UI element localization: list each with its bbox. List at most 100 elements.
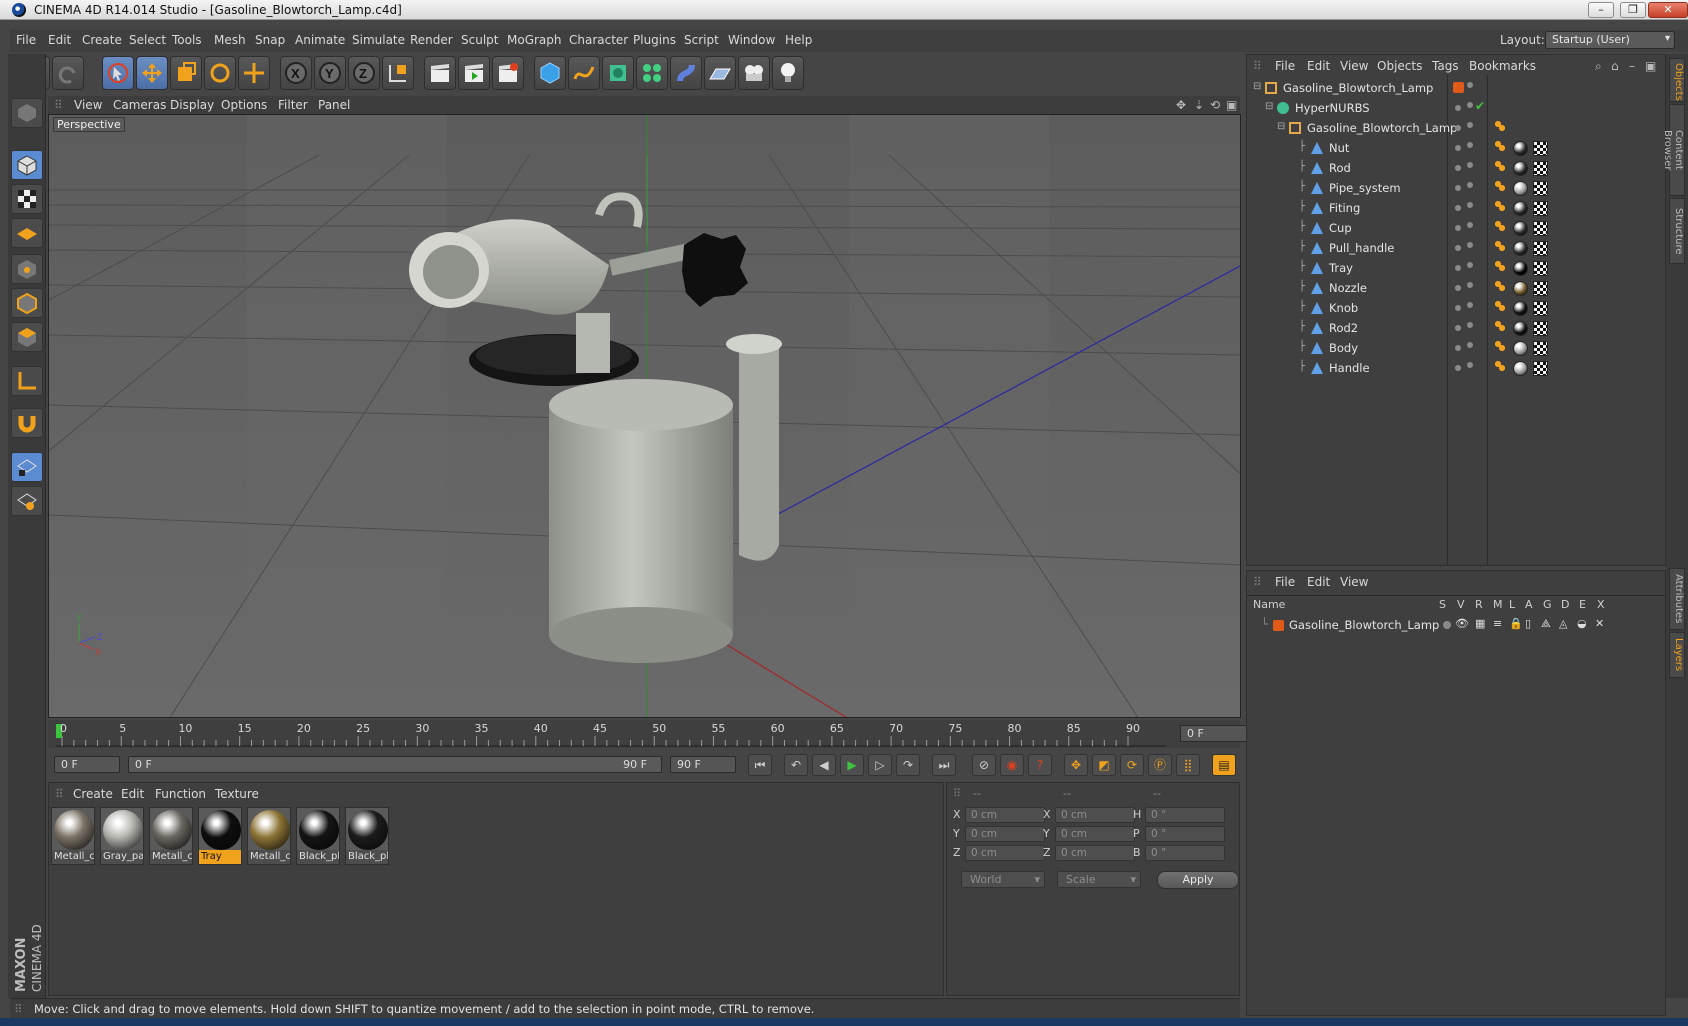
layer-column-header[interactable]: M: [1493, 598, 1503, 611]
menu-mesh[interactable]: Mesh: [214, 33, 246, 47]
object-tree-row[interactable]: ├ Pipe_system: [1249, 179, 1663, 198]
object-menu-objects[interactable]: Objects: [1377, 59, 1422, 73]
timeline-ruler[interactable]: 0 5 10 15 20 25 30 35 40 45 50 55 60 65 70 75 80 85 90 0 F: [48, 720, 1248, 748]
menu-script[interactable]: Script: [684, 33, 719, 47]
menu-select[interactable]: Select: [129, 33, 166, 47]
texture-tag-icon[interactable]: [1533, 241, 1548, 256]
layer-visible-icon[interactable]: 👁: [1455, 617, 1469, 630]
viewport-menu-view[interactable]: View: [74, 98, 102, 112]
y-axis-button[interactable]: Y: [314, 56, 346, 90]
texture-tag-icon[interactable]: [1533, 301, 1548, 316]
object-tree-row[interactable]: ├ Knob: [1249, 299, 1663, 318]
object-tree-row[interactable]: ├ Rod: [1249, 159, 1663, 178]
object-menu-view[interactable]: View: [1340, 59, 1368, 73]
deformer-button[interactable]: [670, 56, 702, 90]
editor-visibility-dot[interactable]: [1455, 265, 1461, 271]
object-name[interactable]: Nut: [1329, 141, 1349, 155]
render-visibility-dot[interactable]: [1467, 282, 1473, 288]
scale-tool-button[interactable]: [170, 56, 202, 90]
viewport-move-icon[interactable]: ✥: [1176, 98, 1186, 112]
editor-visibility-dot[interactable]: [1455, 305, 1461, 311]
coord-value-field[interactable]: 0 cm: [1055, 845, 1135, 861]
texture-tag-icon[interactable]: [1533, 261, 1548, 276]
object-menu-bookmarks[interactable]: Bookmarks: [1469, 59, 1536, 73]
phong-tag-icon[interactable]: [1495, 261, 1505, 271]
cube-object-button[interactable]: [534, 56, 566, 90]
object-name[interactable]: Handle: [1329, 361, 1370, 375]
material-tag-icon[interactable]: [1513, 321, 1528, 336]
editor-visibility-dot[interactable]: [1455, 345, 1461, 351]
previous-key-button[interactable]: ↶: [784, 754, 808, 776]
phong-tag-icon[interactable]: [1495, 301, 1505, 311]
coord-value-field[interactable]: 0 °: [1145, 845, 1225, 861]
material-menu-create[interactable]: Create: [73, 787, 113, 801]
start-frame-field[interactable]: 0 F: [54, 756, 120, 773]
render-visibility-dot[interactable]: [1467, 82, 1473, 88]
size-mode-select[interactable]: Scale ▾: [1057, 871, 1141, 888]
rotation-key-button[interactable]: ⟳: [1120, 754, 1144, 776]
menu-file[interactable]: File: [16, 33, 36, 47]
menu-simulate[interactable]: Simulate: [352, 33, 405, 47]
tab-content-browser[interactable]: Content Browser: [1662, 104, 1685, 196]
texture-tag-icon[interactable]: [1533, 281, 1548, 296]
make-editable-button[interactable]: [11, 98, 43, 128]
rotate-tool-button[interactable]: [204, 56, 236, 90]
object-tree-row[interactable]: ├ Tray: [1249, 259, 1663, 278]
model-mode-button[interactable]: [11, 150, 43, 180]
goto-end-button[interactable]: ⏭: [932, 754, 956, 776]
viewport-menu-panel[interactable]: Panel: [318, 98, 350, 112]
enabled-check-icon[interactable]: ✔: [1475, 99, 1485, 113]
material-tag-icon[interactable]: [1513, 261, 1528, 276]
texture-tag-icon[interactable]: [1533, 141, 1548, 156]
end-frame-field[interactable]: 90 F: [670, 756, 736, 773]
texture-tag-icon[interactable]: [1533, 221, 1548, 236]
layer-manager-icon[interactable]: ≡: [1493, 617, 1502, 630]
texture-tag-icon[interactable]: [1533, 341, 1548, 356]
texture-tag-icon[interactable]: [1533, 181, 1548, 196]
material-menu-texture[interactable]: Texture: [215, 787, 259, 801]
object-tree-row[interactable]: ├ Rod2: [1249, 319, 1663, 338]
object-name[interactable]: Gasoline_Blowtorch_Lamp: [1283, 81, 1433, 95]
texture-tag-icon[interactable]: [1533, 161, 1548, 176]
material-swatch[interactable]: Metall_c: [149, 807, 193, 865]
phong-tag-icon[interactable]: [1495, 221, 1505, 231]
texture-tag-icon[interactable]: [1533, 201, 1548, 216]
scale-key-button[interactable]: ◩: [1092, 754, 1116, 776]
render-visibility-dot[interactable]: [1467, 302, 1473, 308]
menu-mograph[interactable]: MoGraph: [507, 33, 562, 47]
next-frame-button[interactable]: ▷: [868, 754, 892, 776]
layout-select[interactable]: Startup (User): [1545, 31, 1675, 49]
object-name[interactable]: Gasoline_Blowtorch_Lamp: [1307, 121, 1457, 135]
position-key-button[interactable]: ✥: [1064, 754, 1088, 776]
layer-row[interactable]: └ Gasoline_Blowtorch_Lamp 👁 ▦ ≡ 🔒 ▯ ⟁ ◬ …: [1261, 617, 1661, 635]
tweak-mode-button[interactable]: [11, 408, 43, 438]
editor-visibility-dot[interactable]: [1455, 125, 1461, 131]
object-name[interactable]: Cup: [1329, 221, 1352, 235]
nurbs-button[interactable]: [602, 56, 634, 90]
editor-visibility-dot[interactable]: [1455, 205, 1461, 211]
editor-visibility-dot[interactable]: [1455, 325, 1461, 331]
editor-visibility-dot[interactable]: [1455, 225, 1461, 231]
collapse-icon[interactable]: ⊟: [1277, 121, 1285, 132]
layer-column-header[interactable]: E: [1579, 598, 1586, 611]
menu-edit[interactable]: Edit: [48, 33, 71, 47]
editor-visibility-dot[interactable]: [1455, 105, 1461, 111]
material-tag-icon[interactable]: [1513, 201, 1528, 216]
object-tree-row[interactable]: ├ Pull_handle: [1249, 239, 1663, 258]
collapse-icon[interactable]: ⊟: [1253, 81, 1261, 92]
object-tree-row[interactable]: ├ Cup: [1249, 219, 1663, 238]
light-button[interactable]: [772, 56, 804, 90]
phong-tag-icon[interactable]: [1495, 281, 1505, 291]
render-picture-viewer-button[interactable]: [458, 56, 490, 90]
live-selection-button[interactable]: [102, 56, 134, 90]
next-key-button[interactable]: ↷: [896, 754, 920, 776]
viewport-maximize-icon[interactable]: ▣: [1226, 98, 1237, 112]
last-tool-button[interactable]: [238, 56, 270, 90]
layer-solo-icon[interactable]: [1443, 621, 1451, 629]
viewport-menu-display[interactable]: Display: [170, 98, 214, 112]
floor-button[interactable]: [704, 56, 736, 90]
coord-value-field[interactable]: 0 °: [1145, 826, 1225, 842]
layer-column-header[interactable]: A: [1525, 598, 1533, 611]
phong-tag-icon[interactable]: [1495, 361, 1505, 371]
layer-column-header[interactable]: L: [1509, 598, 1515, 611]
